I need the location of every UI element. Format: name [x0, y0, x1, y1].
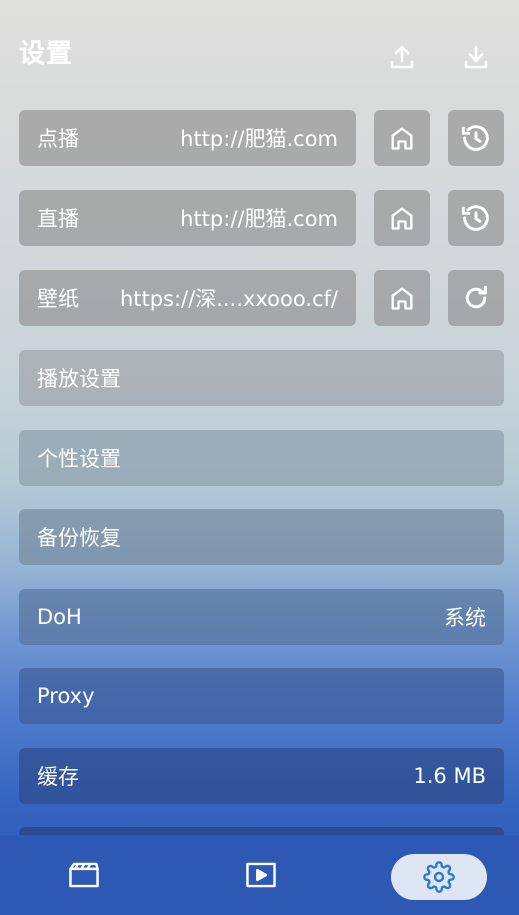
- wallpaper-home-button[interactable]: [374, 270, 430, 326]
- wallpaper-source-label: 壁纸: [37, 287, 79, 311]
- home-icon: [391, 127, 413, 150]
- wallpaper-refresh-button[interactable]: [448, 270, 504, 326]
- playback-settings-label: 播放设置: [37, 367, 121, 391]
- live-source-label: 直播: [37, 207, 79, 231]
- download-icon[interactable]: [459, 40, 493, 74]
- upload-icon[interactable]: [385, 40, 419, 74]
- doh-value: 系统: [444, 606, 486, 630]
- wallpaper-source-url: https://深....xxooo.cf/: [119, 287, 338, 311]
- doh-row[interactable]: DoH 系统: [19, 589, 504, 645]
- gear-icon: [423, 861, 455, 893]
- live-source-row[interactable]: 直播 http://肥猫.com: [19, 190, 356, 246]
- cache-value: 1.6 MB: [413, 764, 486, 788]
- refresh-icon: [465, 285, 487, 309]
- backup-restore-row[interactable]: 备份恢复: [19, 509, 504, 565]
- nav-vod-button[interactable]: [64, 855, 104, 895]
- proxy-row[interactable]: Proxy: [19, 668, 504, 724]
- cache-label: 缓存: [37, 765, 79, 789]
- live-home-button[interactable]: [374, 190, 430, 246]
- doh-label: DoH: [37, 605, 82, 629]
- live-history-button[interactable]: [448, 190, 504, 246]
- backup-restore-label: 备份恢复: [37, 526, 121, 550]
- history-icon: [461, 125, 489, 151]
- personal-settings-row[interactable]: 个性设置: [19, 430, 504, 486]
- vod-source-url: http://肥猫.com: [180, 127, 338, 151]
- home-icon: [391, 287, 413, 310]
- bottom-nav: [0, 835, 519, 915]
- vod-history-button[interactable]: [448, 110, 504, 166]
- nav-live-button[interactable]: [241, 855, 281, 895]
- personal-settings-label: 个性设置: [37, 447, 121, 471]
- cache-row[interactable]: 缓存 1.6 MB: [19, 748, 504, 804]
- wallpaper-source-row[interactable]: 壁纸 https://深....xxooo.cf/: [19, 270, 356, 326]
- vod-home-button[interactable]: [374, 110, 430, 166]
- home-icon: [391, 207, 413, 230]
- vod-source-row[interactable]: 点播 http://肥猫.com: [19, 110, 356, 166]
- vod-source-label: 点播: [37, 127, 79, 151]
- film-icon: [69, 862, 99, 888]
- playback-settings-row[interactable]: 播放设置: [19, 350, 504, 406]
- nav-settings-button[interactable]: [391, 854, 487, 900]
- history-icon: [461, 205, 489, 231]
- proxy-label: Proxy: [37, 684, 95, 708]
- page-title: 设置: [19, 39, 74, 69]
- play-icon: [246, 862, 276, 888]
- live-source-url: http://肥猫.com: [180, 207, 338, 231]
